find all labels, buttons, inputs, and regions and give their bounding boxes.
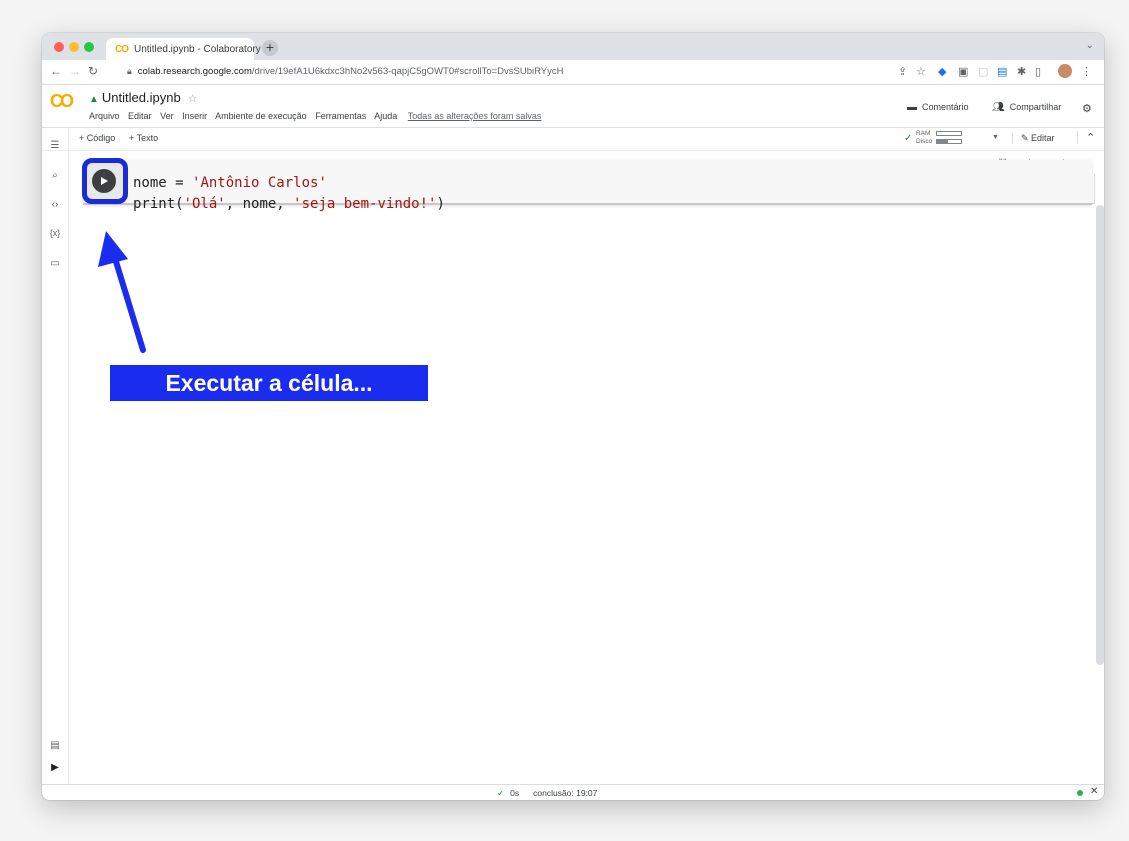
colab-favicon-icon: CO	[115, 43, 129, 55]
notebook-filename[interactable]: Untitled.ipynb	[102, 90, 181, 105]
menu-bar: Arquivo Editar Ver Inserir Ambiente de e…	[89, 111, 547, 121]
play-icon	[101, 177, 108, 185]
menu-ver[interactable]: Ver	[160, 111, 174, 121]
tab-title: Untitled.ipynb - Colaboratory	[134, 43, 261, 55]
status-check-icon: ✓	[497, 788, 505, 798]
new-tab-button[interactable]: +	[262, 40, 278, 56]
code-token: , nome,	[225, 196, 294, 212]
side-panel-icon[interactable]: ▯	[1035, 65, 1041, 78]
edit-button[interactable]: ✎ Editar	[1012, 133, 1055, 144]
colab-logo[interactable]: CO	[50, 91, 74, 112]
disk-bar	[936, 139, 962, 144]
collapse-header-icon[interactable]: ⌃	[1077, 131, 1095, 144]
tab-strip: CO Untitled.ipynb - Colaboratory ✕ + ⌄	[42, 33, 1104, 60]
folder-icon[interactable]: ▭	[48, 258, 62, 269]
ram-label: RAM	[916, 130, 931, 137]
disk-label: Disco	[916, 138, 933, 145]
menu-arquivo[interactable]: Arquivo	[89, 111, 120, 121]
maximize-window-button[interactable]	[84, 42, 94, 52]
execution-duration: 0s	[510, 788, 520, 798]
run-cell-button[interactable]	[92, 169, 116, 193]
code-token: 'Antônio Carlos'	[192, 175, 327, 191]
edit-label: Editar	[1031, 133, 1055, 143]
code-token: 'Olá'	[183, 196, 226, 212]
scrollbar[interactable]	[1096, 205, 1104, 665]
menu-ferramentas[interactable]: Ferramentas	[315, 111, 366, 121]
code-token: print(	[133, 196, 184, 212]
pencil-icon: ✎	[1021, 133, 1032, 143]
status-bar: ✓ 0s conclusão: 19:07 ✕	[42, 784, 1104, 800]
completion-time: conclusão: 19:07	[533, 788, 598, 798]
notebook-toolbar: + Código + Texto ✓ RAM Disco ▼ ✎ Editar …	[42, 128, 1104, 151]
extension-icon[interactable]: ▢	[978, 65, 988, 78]
share-button[interactable]: 👥︎ Compartilhar	[992, 102, 1061, 113]
add-text-button[interactable]: + Texto	[129, 133, 158, 143]
code-snippets-icon[interactable]: ‹›	[48, 199, 62, 210]
ram-bar	[936, 131, 962, 136]
code-token: )	[436, 196, 445, 212]
tab-search-chevron-icon[interactable]: ⌄	[1086, 40, 1094, 51]
forward-arrow-icon[interactable]: →	[69, 64, 81, 78]
close-window-button[interactable]	[54, 42, 64, 52]
share-label: Compartilhar	[1009, 102, 1062, 112]
left-sidebar: ☰ ⌕ ‹› {x} ▭ ▤ ▶	[42, 128, 69, 784]
terminal-icon[interactable]: ▶	[48, 762, 62, 773]
back-arrow-icon[interactable]: ←	[50, 64, 62, 78]
puzzle-extensions-icon[interactable]: ✱	[1017, 65, 1026, 78]
resource-monitor[interactable]: RAM Disco	[916, 130, 962, 146]
runtime-dropdown-icon[interactable]: ▼	[992, 134, 999, 141]
url-path: /drive/19efA1U6kdxc3hNo2v563-qapjC5gOWT0…	[251, 66, 564, 77]
address-bar[interactable]: 🔒︎ colab.research.google.com/drive/19efA1…	[127, 66, 564, 77]
profile-avatar[interactable]	[1058, 64, 1072, 78]
browser-toolbar: ← → ↻ 🔒︎ colab.research.google.com/drive/…	[42, 60, 1104, 85]
annotation-label: Executar a célula...	[110, 365, 428, 401]
url-domain: colab.research.google.com	[137, 66, 252, 77]
code-token: nome	[133, 175, 167, 191]
table-of-contents-icon[interactable]: ☰	[48, 140, 62, 151]
people-icon: 👥︎	[992, 102, 1005, 113]
browser-tab[interactable]: CO Untitled.ipynb - Colaboratory ✕	[106, 38, 279, 60]
browser-window: CO Untitled.ipynb - Colaboratory ✕ + ⌄ ←…	[42, 33, 1104, 800]
search-icon[interactable]: ⌕	[48, 170, 62, 181]
saved-status[interactable]: Todas as alterações foram salvas	[408, 111, 542, 121]
minimize-window-button[interactable]	[69, 42, 79, 52]
code-line-2: print('Olá', nome, 'seja bem-vindo!')	[133, 194, 445, 215]
menu-inserir[interactable]: Inserir	[182, 111, 207, 121]
drive-icon: ▲	[89, 94, 99, 105]
close-status-icon[interactable]: ✕	[1090, 786, 1098, 797]
extension-icon[interactable]: ▣	[958, 65, 968, 78]
connected-check-icon: ✓	[904, 133, 913, 144]
code-line-1: nome = 'Antônio Carlos'	[133, 173, 445, 194]
menu-editar[interactable]: Editar	[128, 111, 152, 121]
reload-icon[interactable]: ↻	[88, 64, 98, 78]
comment-button[interactable]: ▬ Comentário	[907, 102, 969, 113]
settings-gear-icon[interactable]: ⚙	[1082, 102, 1092, 115]
notebook-title[interactable]: ▲ Untitled.ipynb ☆	[89, 90, 198, 105]
code-token: 'seja bem-vindo!'	[293, 196, 437, 212]
star-icon[interactable]: ☆	[188, 93, 198, 105]
comment-icon: ▬	[907, 102, 917, 113]
code-editor[interactable]: nome = 'Antônio Carlos' print('Olá', nome…	[133, 173, 445, 215]
share-page-icon[interactable]: ⇪	[898, 65, 907, 78]
execution-status[interactable]: ✓ 0s conclusão: 19:07	[497, 788, 597, 799]
command-palette-icon[interactable]: ▤	[48, 740, 62, 751]
browser-menu-icon[interactable]: ⋮	[1081, 65, 1092, 78]
colab-header: CO ▲ Untitled.ipynb ☆ Arquivo Editar Ver I…	[42, 85, 1104, 128]
bookmark-star-icon[interactable]: ☆	[916, 65, 926, 78]
add-code-button[interactable]: + Código	[79, 133, 115, 143]
extension-icon[interactable]: ▤	[997, 65, 1007, 78]
connection-status-dot	[1077, 790, 1083, 796]
comment-label: Comentário	[922, 102, 969, 112]
code-token: =	[166, 175, 193, 191]
annotation-arrow	[98, 231, 146, 353]
extension-icon[interactable]: ◆	[938, 65, 946, 78]
lock-icon: 🔒︎	[127, 66, 132, 76]
menu-ambiente[interactable]: Ambiente de execução	[215, 111, 307, 121]
menu-ajuda[interactable]: Ajuda	[374, 111, 397, 121]
variables-icon[interactable]: {x}	[48, 228, 62, 238]
